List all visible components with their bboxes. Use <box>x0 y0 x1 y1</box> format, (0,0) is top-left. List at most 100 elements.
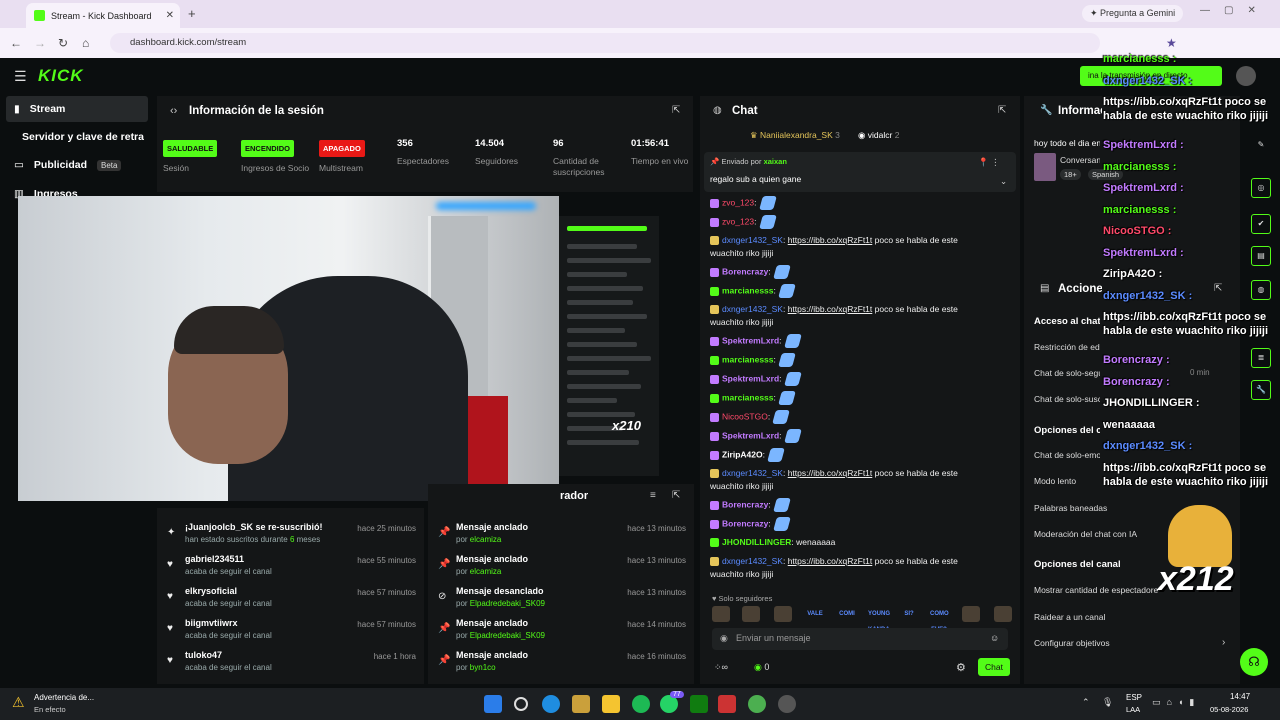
chat-username[interactable]: dxnger1432_SK <box>722 468 783 478</box>
chat-username[interactable]: SpektremLxrd <box>722 373 779 383</box>
followers-only-option[interactable]: Chat de solo-seguidores <box>1034 368 1100 378</box>
banned-words-option[interactable]: Palabras baneadas <box>1034 503 1107 513</box>
chat-username[interactable]: Borencrazy <box>722 499 768 509</box>
tray-chevron-icon[interactable]: ⌃ <box>1082 697 1090 708</box>
emote-button[interactable] <box>994 606 1012 622</box>
chat-input[interactable]: Enviar un mensaje <box>712 628 1008 650</box>
emote-button[interactable] <box>962 606 980 622</box>
chat-username[interactable]: ZiripA42O <box>722 449 763 459</box>
chat-username[interactable]: NicooSTGO <box>722 411 768 421</box>
chat-username[interactable]: SpektremLxrd <box>722 430 779 440</box>
show-viewers-option[interactable]: Mostrar cantidad de espectadores <box>1034 585 1158 595</box>
windows-start-icon[interactable] <box>484 695 502 713</box>
chat-username[interactable]: dxnger1432_SK <box>722 556 783 566</box>
chat-message[interactable]: dxnger1432_SK: https://ibb.co/xqRzFt1t p… <box>710 467 992 493</box>
kick-logo[interactable]: KICK <box>38 66 84 86</box>
chat-send-button[interactable]: Chat <box>978 658 1010 676</box>
popout-icon[interactable]: ⇱ <box>672 490 680 501</box>
chat-link[interactable]: https://ibb.co/xqRzFt1t <box>788 235 873 245</box>
raid-option[interactable]: Raidear a un canal <box>1034 612 1105 622</box>
chat-icon[interactable]: ◍ <box>1251 280 1271 300</box>
chat-username[interactable]: zvo_123 <box>722 197 754 207</box>
chat-message[interactable]: NicooSTGO: <box>710 410 992 424</box>
tray-icons[interactable]: ▭⌂◖▮ <box>1152 697 1200 708</box>
chat-message[interactable]: SpektremLxrd: <box>710 372 992 386</box>
chat-message[interactable]: JHONDILLINGER: wenaaaaa <box>710 536 992 549</box>
window-controls[interactable]: —▢✕ <box>1200 5 1270 16</box>
emote-button[interactable] <box>742 606 760 622</box>
document-icon[interactable]: ▤ <box>1251 246 1271 266</box>
chat-message[interactable]: Borencrazy: <box>710 498 992 512</box>
emote-button[interactable]: SI? <box>900 606 918 622</box>
chat-username[interactable]: Borencrazy <box>722 266 768 276</box>
moderation-by-user[interactable]: Elpadredebaki_SK09 <box>470 599 545 608</box>
bookmark-star-icon[interactable]: ★ <box>1166 36 1177 50</box>
filter-icon[interactable]: ≡ <box>650 490 656 501</box>
moderation-by-user[interactable]: Elpadredebaki_SK09 <box>470 631 545 640</box>
chat-link[interactable]: https://ibb.co/xqRzFt1t <box>788 468 873 478</box>
chevron-down-icon[interactable]: ⌄ <box>1000 176 1007 187</box>
chat-message[interactable]: SpektremLxrd: <box>710 429 992 443</box>
chat-message[interactable]: ZiripA42O: <box>710 448 992 462</box>
check-icon[interactable]: ✔ <box>1251 214 1271 234</box>
search-icon[interactable] <box>514 697 528 711</box>
pin-action-icon[interactable]: 📍 ⋮ <box>978 157 999 168</box>
list-icon[interactable]: ≣ <box>1251 348 1271 368</box>
back-icon[interactable]: ← <box>10 36 22 50</box>
chat-message[interactable]: zvo_123: <box>710 215 992 229</box>
moderation-by-user[interactable]: byn1co <box>470 663 496 672</box>
chat-link[interactable]: https://ibb.co/xqRzFt1t <box>788 556 873 566</box>
moderation-by-user[interactable]: elcamiza <box>470 567 502 576</box>
chat-modes-icon[interactable]: ⁘∞ <box>714 662 728 673</box>
browser-tab[interactable]: Stream - Kick Dashboard ✕ <box>26 3 180 28</box>
store-icon[interactable] <box>572 695 590 713</box>
chat-message[interactable]: SpektremLxrd: <box>710 334 992 348</box>
sidebar-item-stream[interactable]: ▮ Stream <box>6 96 148 122</box>
sidebar-item-ads[interactable]: ▭ Publicidad Beta <box>6 152 148 178</box>
url-input[interactable]: dashboard.kick.com/stream <box>110 33 1100 53</box>
goals-option[interactable]: Configurar objetivos <box>1034 638 1110 648</box>
spotify-icon[interactable] <box>632 695 650 713</box>
subscribers-only-option[interactable]: Chat de solo-suscriptores <box>1034 394 1100 404</box>
emoji-icon[interactable]: ☺ <box>990 633 999 643</box>
chevron-right-icon[interactable]: › <box>1222 637 1225 648</box>
popout-icon[interactable]: ⇱ <box>672 105 680 116</box>
top-user-2[interactable]: ◉ vidalcr 2 <box>858 130 899 141</box>
camera-icon[interactable]: ◎ <box>1251 178 1271 198</box>
home-icon[interactable]: ⌂ <box>82 36 89 50</box>
chat-link[interactable]: https://ibb.co/xqRzFt1t <box>788 304 873 314</box>
menu-icon[interactable]: ☰ <box>14 68 27 85</box>
emote-button[interactable]: VALE <box>806 606 824 622</box>
chat-message[interactable]: marcianesss: <box>710 284 992 298</box>
chat-settings-icon[interactable]: ⚙ <box>956 661 966 674</box>
gemini-button[interactable]: ✦ Pregunta a Gemini <box>1082 5 1184 22</box>
sidebar-item-server[interactable]: Servidor y clave de retransmisión <box>6 124 148 150</box>
emote-button[interactable] <box>774 606 792 622</box>
warning-title[interactable]: Advertencia de... <box>34 693 94 702</box>
mic-icon[interactable]: 🎙 <box>1102 697 1113 708</box>
forward-icon[interactable]: → <box>34 36 46 50</box>
reload-icon[interactable]: ↻ <box>58 36 68 50</box>
emote-button[interactable] <box>712 606 730 622</box>
folder-icon[interactable] <box>602 695 620 713</box>
chat-username[interactable]: dxnger1432_SK <box>722 304 783 314</box>
wrench-icon[interactable]: 🔧 <box>1251 380 1271 400</box>
chat-username[interactable]: zvo_123 <box>722 216 754 226</box>
chat-username[interactable]: Borencrazy <box>722 518 768 528</box>
top-user-1[interactable]: ♛ Naniialexandra_SK 3 <box>750 130 840 141</box>
popout-icon[interactable]: ⇱ <box>998 105 1006 116</box>
edit-icon[interactable]: ✎ <box>1251 136 1271 156</box>
chat-message[interactable]: Borencrazy: <box>710 265 992 279</box>
chat-message[interactable]: Borencrazy: <box>710 517 992 531</box>
slow-mode-option[interactable]: Modo lento <box>1034 476 1076 486</box>
emote-button[interactable]: YOUNG KANDA <box>868 606 890 633</box>
chat-username[interactable]: JHONDILLINGER <box>722 537 791 547</box>
age-restriction-option[interactable]: Restricción de edad <box>1034 342 1100 352</box>
chrome-icon[interactable] <box>748 695 766 713</box>
chat-settings-small-icon[interactable]: ◉ <box>720 633 728 644</box>
emote-button[interactable]: COMO FUE? <box>930 606 949 633</box>
new-tab-button[interactable]: + <box>188 6 196 21</box>
chat-username[interactable]: marcianesss <box>722 354 774 364</box>
emote-button[interactable]: COMI <box>838 606 856 622</box>
chat-message[interactable]: dxnger1432_SK: https://ibb.co/xqRzFt1t p… <box>710 555 992 581</box>
